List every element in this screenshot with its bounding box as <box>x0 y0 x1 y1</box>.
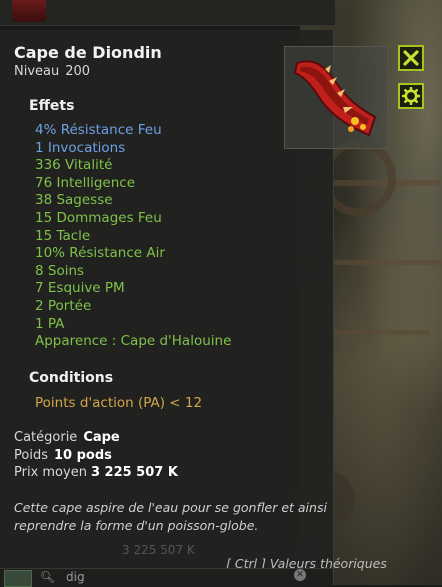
equipped-item-thumbnail[interactable] <box>12 0 46 22</box>
ghost-price: 3 225 507 K <box>122 543 195 557</box>
gear-icon <box>402 87 420 105</box>
search-input[interactable]: dig <box>66 570 85 584</box>
cape-item-icon <box>293 60 377 137</box>
effect-line: 76 Intelligence <box>35 174 136 191</box>
item-description: Cette cape aspire de l'eau pour se gonfl… <box>14 500 327 533</box>
effect-line: 15 Tacle <box>35 227 91 244</box>
level-value: 200 <box>65 64 91 79</box>
effect-line: 8 Soins <box>35 262 85 279</box>
effect-line: 15 Dommages Feu <box>35 209 162 226</box>
effects-list: 4% Résistance Feu 1 Invocations 336 Vita… <box>35 122 231 351</box>
search-bar: 🔍︎ dig ✕ <box>0 568 333 587</box>
close-icon <box>403 50 419 66</box>
price-label: Prix moyen <box>14 465 87 480</box>
search-icon: 🔍︎ <box>40 570 56 584</box>
close-button[interactable] <box>398 45 424 71</box>
weight-row: Poids 10 pods <box>14 448 112 463</box>
filter-button[interactable] <box>4 570 32 587</box>
conditions-heading: Conditions <box>29 370 114 386</box>
effect-line: 336 Vitalité <box>35 157 113 174</box>
effects-heading: Effets <box>29 98 75 114</box>
clear-search-icon[interactable]: ✕ <box>294 569 306 581</box>
weight-value: 10 pods <box>53 448 112 463</box>
category-label: Catégorie <box>14 430 78 445</box>
price-value: 3 225 507 K <box>90 465 178 480</box>
item-name: Cape de Diondin <box>14 43 162 62</box>
level-label: Niveau <box>14 64 60 79</box>
price-row: Prix moyen 3 225 507 K <box>14 465 178 480</box>
effect-line: 1 PA <box>35 315 65 332</box>
category-value: Cape <box>83 430 120 445</box>
effect-line: 10% Résistance Air <box>35 245 165 262</box>
settings-button[interactable] <box>398 83 424 109</box>
weight-label: Poids <box>14 448 48 463</box>
effect-line: 38 Sagesse <box>35 192 113 209</box>
effect-line: 1 Invocations <box>35 139 126 156</box>
effect-line: 4% Résistance Feu <box>35 122 162 138</box>
category-row: Catégorie Cape <box>14 430 120 445</box>
effect-line: Apparence : Cape d'Halouine <box>35 333 232 350</box>
item-bar-strip <box>0 0 335 26</box>
effect-line: 2 Portée <box>35 297 92 314</box>
effect-line: 7 Esquive PM <box>35 280 125 297</box>
item-image-frame <box>284 46 388 149</box>
item-level: Niveau 200 <box>14 64 90 79</box>
condition-line: Points d'action (PA) < 12 <box>35 395 203 411</box>
